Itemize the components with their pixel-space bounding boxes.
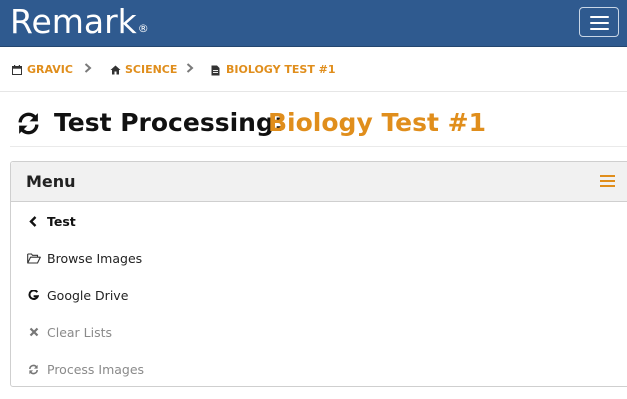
chevron-right-icon: [84, 63, 92, 73]
navbar-toggle-button[interactable]: [579, 7, 619, 37]
menu-item-test-back[interactable]: Test: [11, 203, 611, 240]
chevron-left-icon: [29, 216, 37, 227]
menu-item-clear-lists[interactable]: Clear Lists: [11, 314, 611, 351]
breadcrumb-label: SCIENCE: [125, 63, 178, 76]
times-icon: [29, 327, 39, 337]
refresh-icon: [18, 112, 39, 135]
refresh-icon: [29, 364, 38, 375]
menu-panel-title: Menu: [26, 172, 76, 191]
menu-item-google-drive[interactable]: Google Drive: [11, 277, 611, 314]
breadcrumb-label: BIOLOGY TEST #1: [226, 63, 336, 76]
title-prefix: Test Processing:: [54, 108, 284, 137]
menu-item-label: Google Drive: [47, 288, 129, 303]
title-test-name: Biology Test #1: [268, 108, 487, 137]
menu-item-label: Test: [47, 214, 76, 229]
breadcrumb: GRAVIC SCIENCE BIOLOGY TEST #1: [0, 47, 627, 92]
menu-panel: Menu Test Browse Images Google Drive Cle…: [10, 161, 627, 387]
menu-item-label: Browse Images: [47, 251, 143, 266]
home-icon: [110, 65, 121, 75]
google-icon: [28, 290, 39, 300]
title-divider: [10, 146, 627, 147]
brand-registered-mark: ®: [137, 22, 149, 35]
chevron-right-icon: [186, 63, 194, 73]
hamburger-icon-bar: [590, 22, 609, 24]
breadcrumb-label: GRAVIC: [27, 63, 73, 76]
top-navbar: Remark®: [0, 0, 627, 47]
menu-panel-header: Menu: [11, 162, 627, 202]
menu-item-process-images[interactable]: Process Images: [11, 351, 611, 388]
brand-logo[interactable]: Remark®: [10, 1, 149, 51]
file-icon: [211, 65, 220, 76]
hamburger-icon-bar: [590, 28, 609, 30]
calendar-icon: [12, 65, 22, 75]
menu-item-browse-images[interactable]: Browse Images: [11, 240, 611, 277]
hamburger-icon-bar: [590, 16, 609, 18]
bars-icon[interactable]: [600, 175, 616, 189]
folder-open-icon: [27, 253, 41, 264]
menu-item-label: Clear Lists: [47, 325, 113, 340]
menu-item-label: Process Images: [47, 362, 145, 377]
brand-name: Remark: [10, 2, 137, 41]
